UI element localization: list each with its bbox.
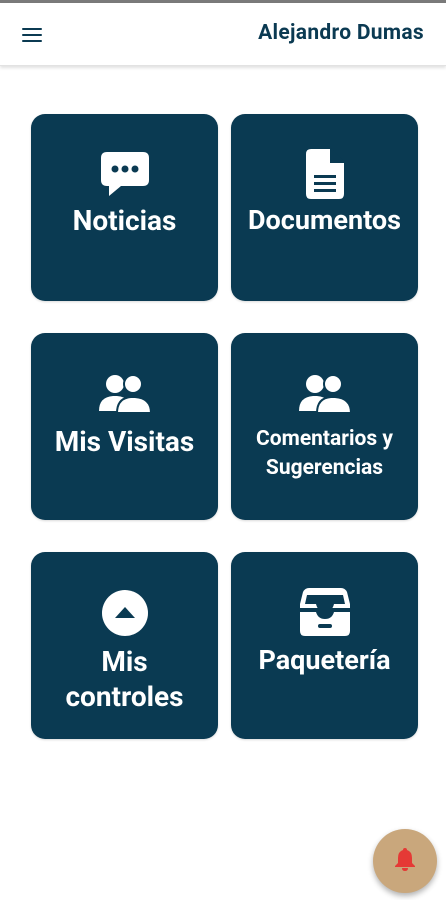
inbox-tray-icon	[231, 586, 418, 638]
tile-comentarios-sugerencias[interactable]: Comentarios y Sugerencias	[231, 333, 418, 520]
users-icon	[231, 373, 418, 417]
tile-label: Mis Visitas	[54, 425, 195, 458]
tile-label: Comentarios y Sugerencias	[235, 425, 414, 483]
notifications-button[interactable]	[373, 829, 437, 893]
tile-label-line-2: controles	[65, 680, 184, 713]
tile-label-line-1: Comentarios y	[256, 427, 393, 451]
menu-button[interactable]	[18, 23, 48, 47]
tile-documentos[interactable]: Documentos	[231, 114, 418, 301]
tile-mis-controles[interactable]: Mis controles	[31, 552, 218, 739]
chat-bubble-icon	[31, 150, 218, 198]
tile-label: Mis controles	[35, 644, 214, 714]
document-icon	[231, 148, 418, 200]
bell-icon	[394, 847, 416, 875]
tile-noticias[interactable]: Noticias	[31, 114, 218, 301]
arrow-up-circle-icon	[31, 589, 218, 637]
tile-mis-visitas[interactable]: Mis Visitas	[31, 333, 218, 520]
tile-label: Noticias	[72, 204, 177, 237]
tile-label-line-2: Sugerencias	[265, 456, 384, 480]
tile-label: Documentos	[248, 204, 401, 236]
tile-label-line-1: Mis	[101, 645, 148, 678]
user-name: Alejandro Dumas	[258, 21, 424, 45]
tile-label: Paquetería	[258, 644, 391, 676]
app-header: Alejandro Dumas	[0, 3, 446, 66]
tile-paqueteria[interactable]: Paquetería	[231, 552, 418, 739]
users-icon	[31, 373, 218, 417]
